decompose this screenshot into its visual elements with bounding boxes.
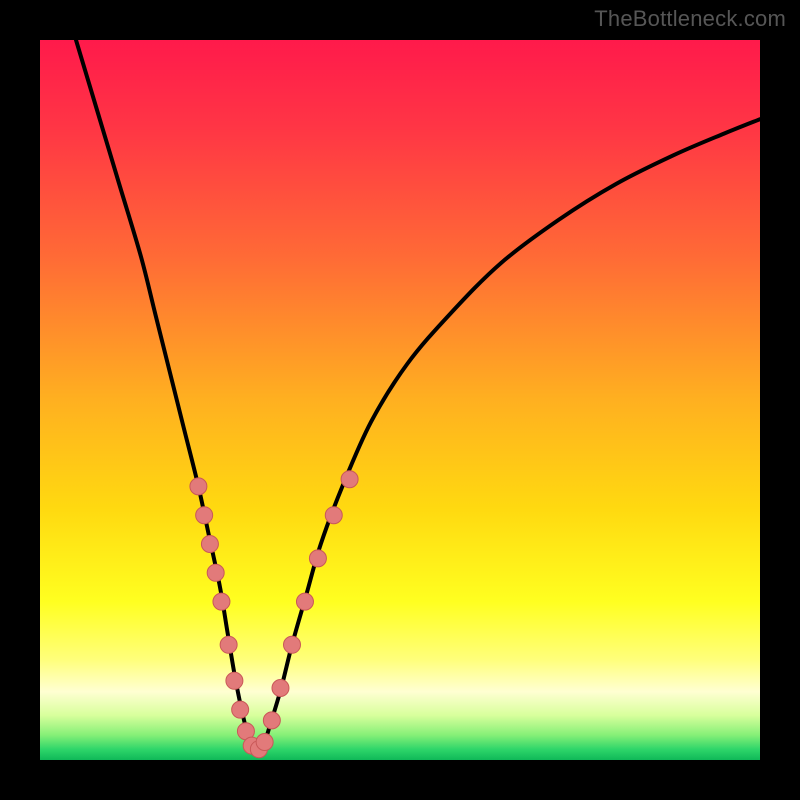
curve-marker xyxy=(263,712,280,729)
curve-markers xyxy=(190,471,358,758)
curve-marker xyxy=(226,672,243,689)
curve-marker xyxy=(325,507,342,524)
curve-marker xyxy=(196,507,213,524)
curve-marker xyxy=(309,550,326,567)
curve-marker xyxy=(284,636,301,653)
curve-marker xyxy=(213,593,230,610)
curve-marker xyxy=(341,471,358,488)
bottleneck-curve xyxy=(76,40,760,753)
curve-marker xyxy=(201,536,218,553)
plot-area xyxy=(40,40,760,760)
curve-marker xyxy=(272,680,289,697)
curve-marker xyxy=(220,636,237,653)
curve-marker xyxy=(207,564,224,581)
curve-marker xyxy=(190,478,207,495)
curve-marker xyxy=(296,593,313,610)
attribution-text: TheBottleneck.com xyxy=(594,6,786,32)
chart-frame: TheBottleneck.com xyxy=(0,0,800,800)
curve-layer xyxy=(40,40,760,760)
curve-marker xyxy=(232,701,249,718)
curve-marker xyxy=(256,734,273,751)
